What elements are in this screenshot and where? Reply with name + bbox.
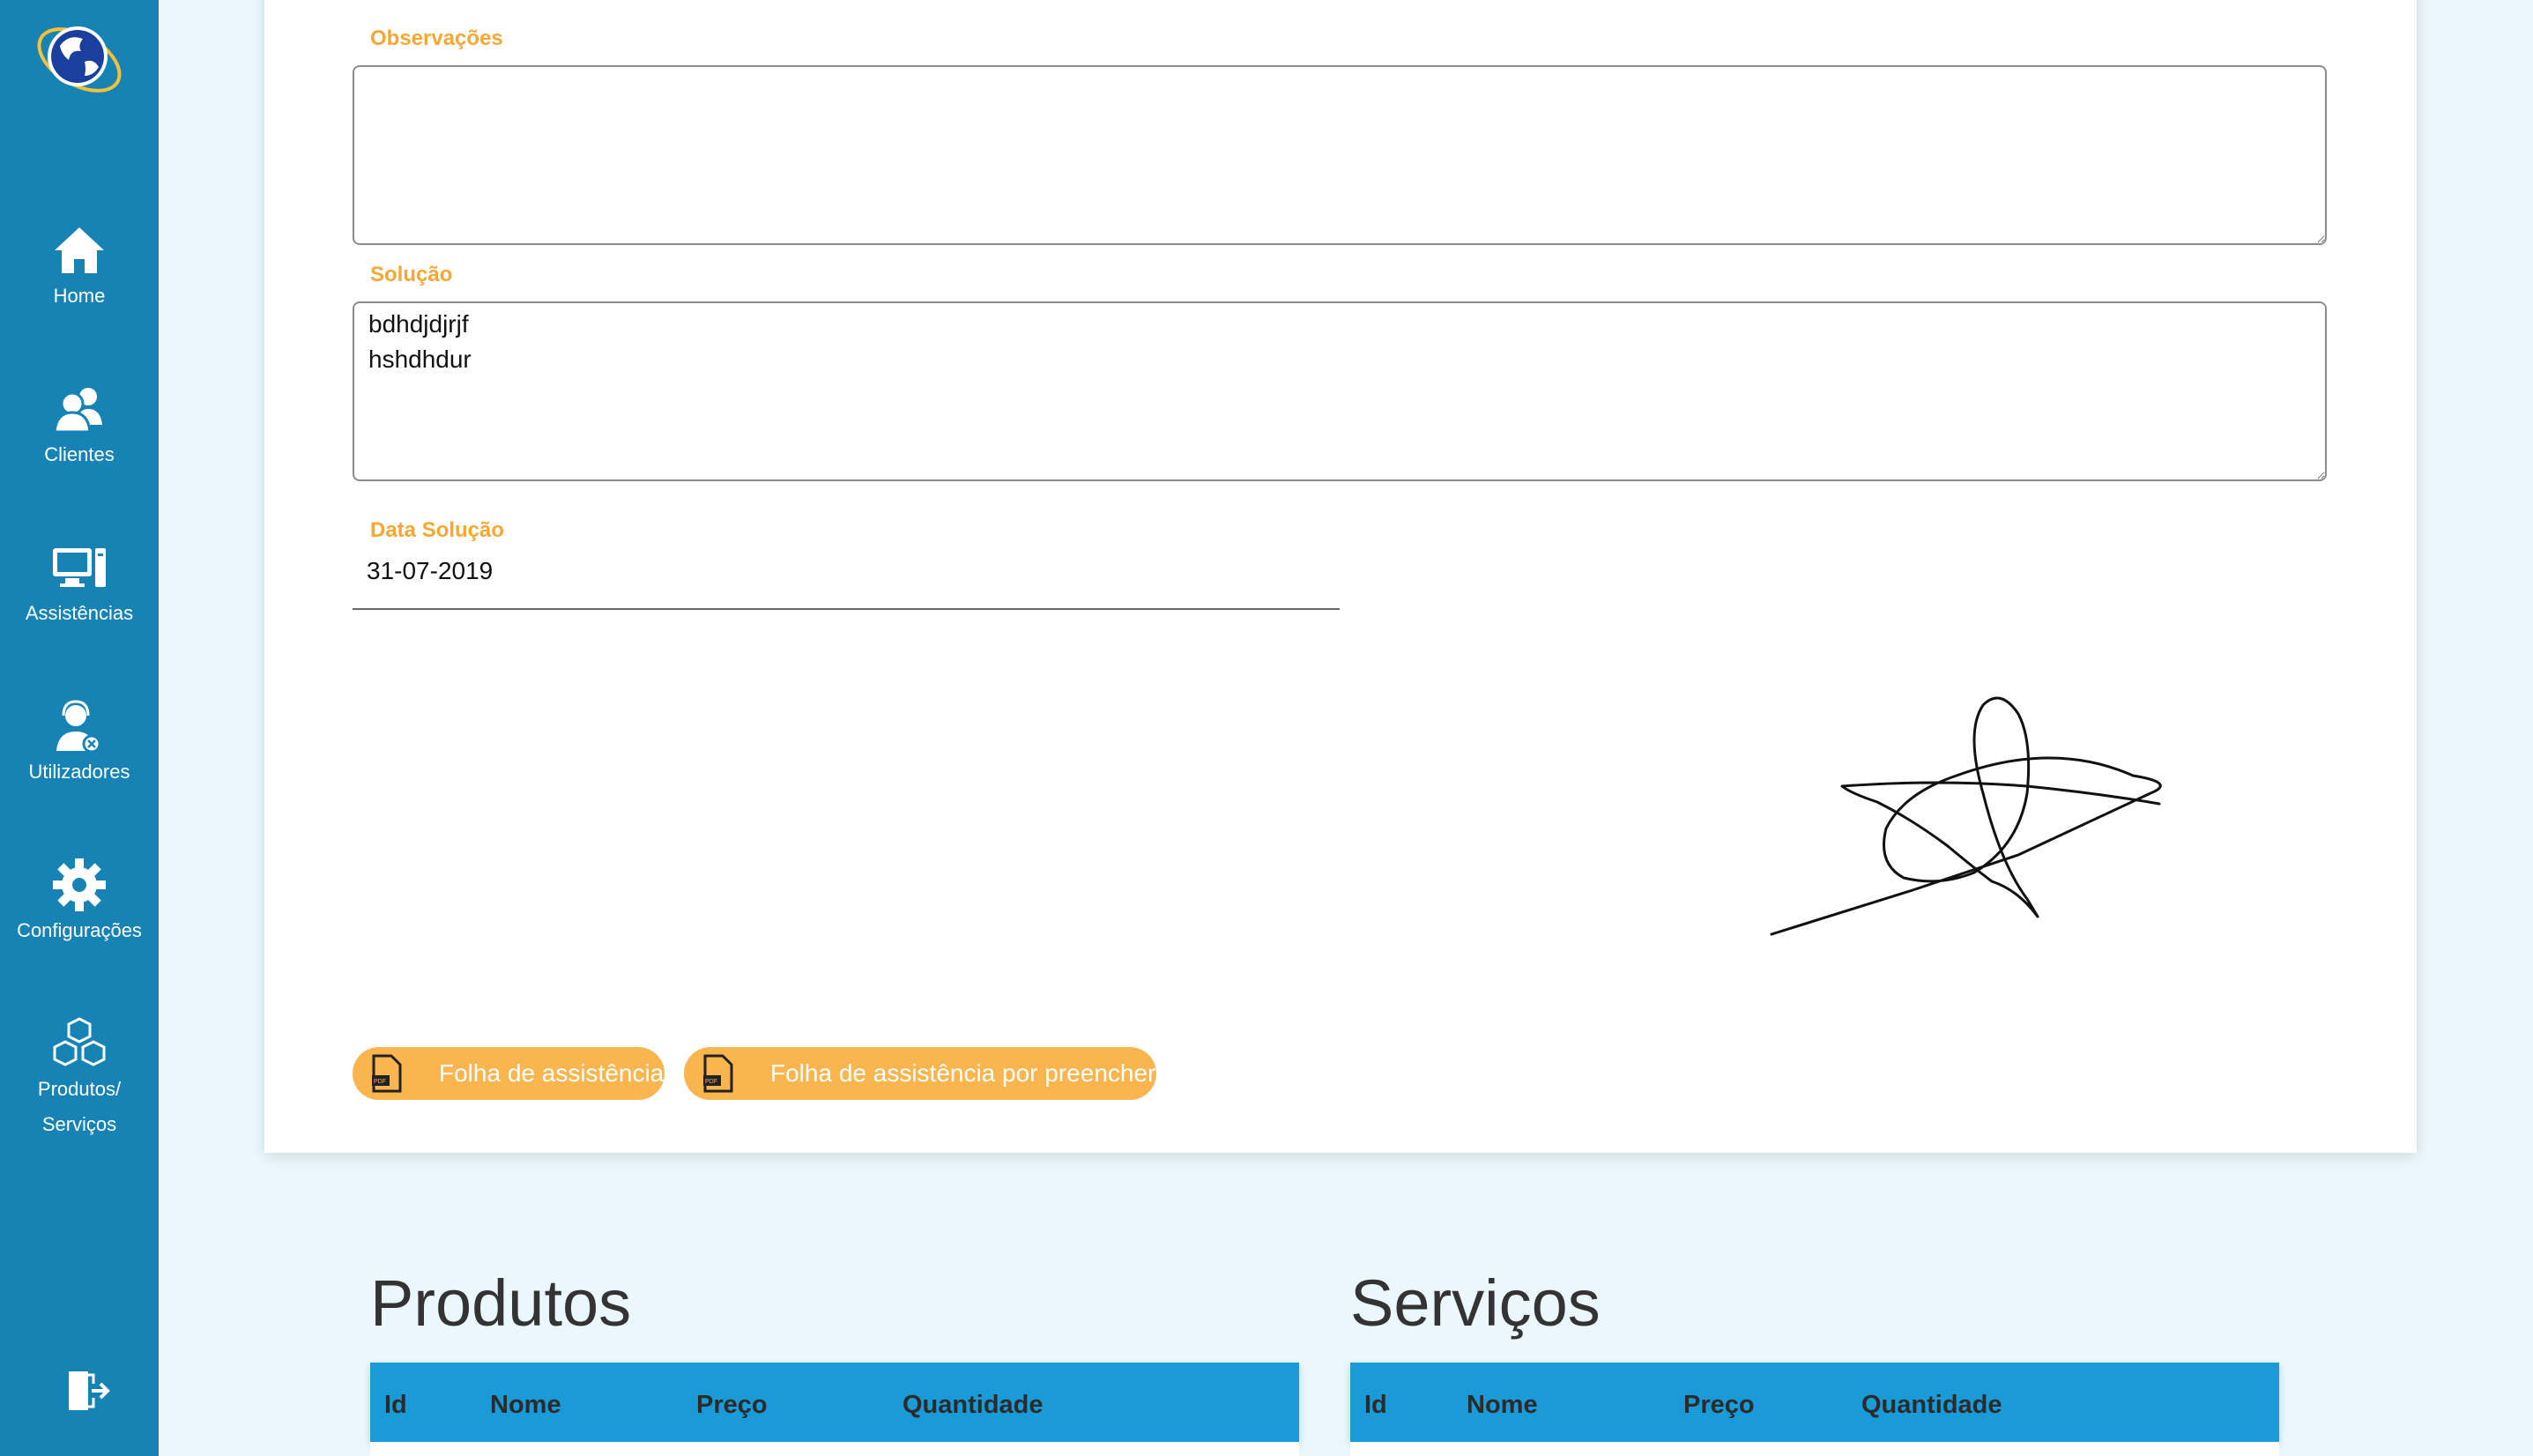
sidebar-item-label: Clientes bbox=[44, 443, 115, 465]
solucao-label: Solução bbox=[370, 263, 453, 286]
computer-icon bbox=[53, 548, 106, 587]
column-header-quantidade[interactable]: Quantidade bbox=[1861, 1391, 2002, 1420]
sidebar-item-clientes[interactable]: Clientes bbox=[0, 381, 159, 472]
boxes-icon bbox=[53, 1017, 106, 1066]
sidebar-item-label: Assistências bbox=[25, 602, 134, 624]
home-icon bbox=[55, 227, 104, 273]
data-solucao-label: Data Solução bbox=[370, 518, 505, 542]
folha-assistencia-button[interactable]: PDF Folha de assistência bbox=[353, 1047, 665, 1100]
sidebar-item-configuracoes[interactable]: Configurações bbox=[0, 857, 159, 948]
sidebar-item-label: Home bbox=[53, 285, 106, 307]
pdf-file-icon: PDF bbox=[372, 1054, 402, 1093]
sidebar-item-label: Produtos/ bbox=[37, 1078, 122, 1100]
observacoes-textarea[interactable] bbox=[353, 65, 2327, 245]
folha-assistencia-preencher-button[interactable]: PDF Folha de assistência por preencher bbox=[684, 1047, 1156, 1100]
servicos-title: Serviços bbox=[1350, 1267, 1601, 1340]
sidebar-item-utilizadores[interactable]: Utilizadores bbox=[0, 698, 159, 790]
column-header-preco[interactable]: Preço bbox=[1683, 1391, 1755, 1420]
data-solucao-value[interactable]: 31-07-2019 bbox=[367, 557, 493, 585]
column-header-id[interactable]: Id bbox=[1364, 1391, 1387, 1420]
produtos-table-body bbox=[370, 1442, 1299, 1456]
sidebar-item-home[interactable]: Home bbox=[0, 222, 159, 314]
observacoes-label: Observações bbox=[370, 26, 503, 50]
support-user-icon bbox=[56, 700, 101, 754]
produtos-table-header: Id Nome Preço Quantidade bbox=[370, 1363, 1299, 1442]
column-header-preco[interactable]: Preço bbox=[696, 1391, 768, 1420]
globe-logo-icon bbox=[37, 26, 122, 93]
column-header-nome[interactable]: Nome bbox=[1467, 1391, 1538, 1420]
solucao-textarea[interactable]: bdhdjdjrjf hshdhdur bbox=[353, 301, 2327, 481]
users-icon bbox=[53, 388, 102, 434]
folha-assistencia-label: Folha de assistência bbox=[439, 1059, 665, 1087]
column-header-id[interactable]: Id bbox=[384, 1391, 407, 1420]
svg-text:PDF: PDF bbox=[374, 1079, 386, 1085]
sidebar-item-produtos-servicos[interactable]: Produtos/ Serviços bbox=[0, 1015, 159, 1142]
servicos-table-header: Id Nome Preço Quantidade bbox=[1350, 1363, 2279, 1442]
folha-assistencia-preencher-label: Folha de assistência por preencher bbox=[770, 1059, 1156, 1087]
produtos-title: Produtos bbox=[370, 1267, 632, 1340]
data-solucao-underline bbox=[353, 608, 1340, 610]
sidebar-item-label: Configurações bbox=[17, 919, 142, 941]
signature-drawing bbox=[1770, 696, 2162, 936]
column-header-nome[interactable]: Nome bbox=[490, 1391, 561, 1420]
svg-text:PDF: PDF bbox=[705, 1079, 717, 1085]
pdf-file-icon: PDF bbox=[703, 1054, 733, 1093]
sidebar-item-label: Utilizadores bbox=[28, 761, 130, 783]
sidebar-item-label: Serviços bbox=[41, 1113, 117, 1135]
logout-icon[interactable] bbox=[65, 1368, 111, 1414]
sidebar: Home Clientes Assistências Utilizadores … bbox=[0, 0, 159, 1456]
form-card: Observações Solução bdhdjdjrjf hshdhdur … bbox=[264, 0, 2417, 1153]
gear-icon bbox=[53, 858, 106, 911]
sidebar-item-assistencias[interactable]: Assistências bbox=[0, 539, 159, 631]
servicos-table-body bbox=[1350, 1442, 2279, 1456]
column-header-quantidade[interactable]: Quantidade bbox=[903, 1391, 1044, 1420]
